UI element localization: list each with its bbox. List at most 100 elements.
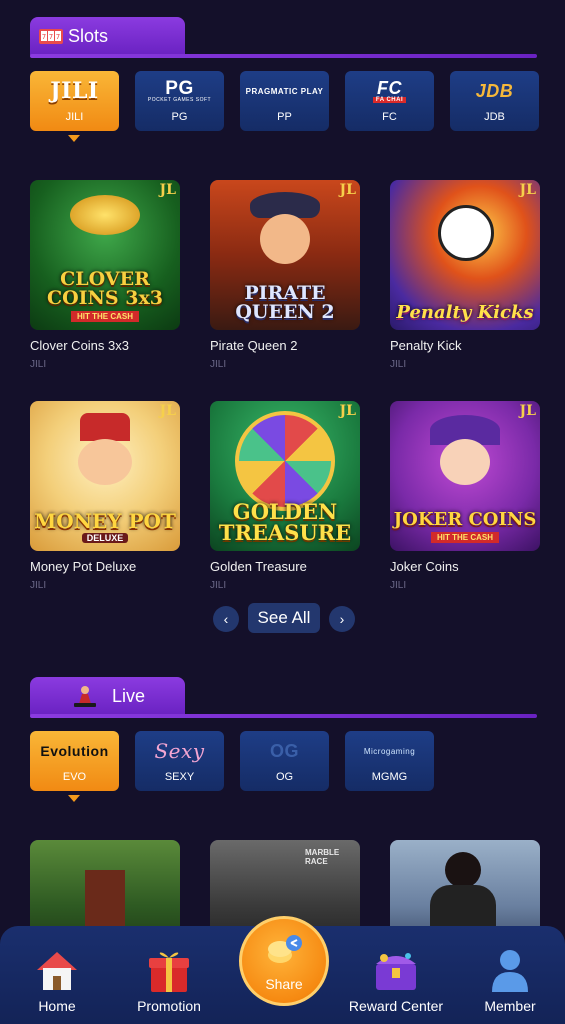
game-art-title: JOKER COINS <box>393 509 537 530</box>
sexy-logo: Sexy <box>154 739 205 763</box>
pg-logo: PG POCKET GAMES SOFT <box>147 78 212 103</box>
prize-wheel-art <box>235 411 335 511</box>
svg-text:7: 7 <box>49 33 53 41</box>
provider-label: PP <box>277 111 292 123</box>
provider-label: EVO <box>62 771 87 783</box>
game-provider: JILI <box>390 359 407 370</box>
provider-label: FC <box>382 111 397 123</box>
provider-fc[interactable]: FC FA CHAI FC <box>345 71 434 131</box>
provider-pp[interactable]: PRAGMATIC PLAY PP <box>240 71 329 131</box>
provider-og[interactable]: OG OG <box>240 731 329 791</box>
chevron-right-icon: › <box>339 611 345 627</box>
game-art-subtitle: HIT THE CASH <box>71 311 139 322</box>
live-tab[interactable]: Live <box>30 677 185 715</box>
game-card[interactable]: JL GOLDEN TREASURE Golden Treasure JILI <box>210 401 360 591</box>
gold-coins-art <box>70 195 140 235</box>
game-name: Penalty Kick <box>390 338 462 353</box>
next-page-button[interactable]: › <box>329 606 355 632</box>
soccer-ball-icon <box>438 205 494 261</box>
pragmatic-play-logo: PRAGMATIC PLAY <box>245 86 324 96</box>
game-provider: JILI <box>30 580 47 591</box>
game-name: Golden Treasure <box>210 559 307 574</box>
provider-label: MGMG <box>371 771 408 783</box>
provider-evo[interactable]: Evolution EVO <box>30 731 119 791</box>
thumb-caption: MARBLE RACE <box>305 848 340 866</box>
live-section-header: Live <box>30 677 537 719</box>
prev-page-button[interactable]: ‹ <box>213 606 239 632</box>
game-thumbnail[interactable]: JL JOKER COINS HIT THE CASH <box>390 401 540 551</box>
provider-pg[interactable]: PG POCKET GAMES SOFT PG <box>135 71 224 131</box>
svg-text:7: 7 <box>56 33 60 41</box>
provider-jili[interactable]: JILI JILI <box>30 71 119 131</box>
game-card[interactable]: JL PIRATE QUEEN 2 Pirate Queen 2 JILI <box>210 180 360 370</box>
game-card[interactable]: JL MONEY POT DELUXE Money Pot Deluxe JIL… <box>30 401 180 591</box>
game-provider: JILI <box>390 580 407 591</box>
joker-face-art <box>440 439 490 485</box>
pagination-row: ‹ See All › <box>0 603 565 633</box>
nav-label: Promotion <box>137 998 201 1014</box>
game-name: Pirate Queen 2 <box>210 338 298 353</box>
nav-label: Reward Center <box>348 998 444 1014</box>
game-thumbnail[interactable]: JL MONEY POT DELUXE <box>30 401 180 551</box>
jdb-logo: JDB <box>475 80 514 101</box>
provider-label: JILI <box>65 111 84 123</box>
game-provider: JILI <box>210 580 227 591</box>
nav-share-button[interactable]: Share <box>239 916 329 1006</box>
nav-label: Member <box>484 998 536 1014</box>
game-art-subtitle: HIT THE CASH <box>430 532 499 543</box>
provider-label: OG <box>275 771 294 783</box>
game-name: Clover Coins 3x3 <box>30 338 129 353</box>
god-hat-art <box>80 413 130 441</box>
home-icon <box>33 946 81 994</box>
active-provider-caret <box>68 795 80 802</box>
game-thumbnail[interactable]: JL PIRATE QUEEN 2 <box>210 180 360 330</box>
slots-title: Slots <box>68 25 109 46</box>
game-card[interactable]: JL JOKER COINS HIT THE CASH Joker Coins … <box>390 401 540 591</box>
game-art-title: GOLDEN TREASURE <box>218 499 352 545</box>
treasure-chest-icon <box>370 946 422 994</box>
microgaming-logo: Microgaming <box>363 746 416 756</box>
god-face-art <box>78 439 132 485</box>
game-thumbnail[interactable]: JL GOLDEN TREASURE <box>210 401 360 551</box>
nav-member[interactable]: Member <box>455 926 565 1024</box>
slots-divider <box>30 54 537 58</box>
nav-reward-center[interactable]: Reward Center <box>341 926 451 1024</box>
provider-label: PG <box>171 111 188 123</box>
game-art-subtitle: DELUXE <box>81 533 129 543</box>
provider-badge: JL <box>159 403 176 419</box>
svg-text:7: 7 <box>42 33 46 41</box>
game-card[interactable]: JL Penalty Kicks Penalty Kick JILI <box>390 180 540 370</box>
nav-home[interactable]: Home <box>2 926 112 1024</box>
slots-section-header: 7 7 7 Slots <box>30 17 537 59</box>
slots-provider-row: JILI JILI PG POCKET GAMES SOFT PG PRAGMA… <box>30 71 539 133</box>
game-provider: JILI <box>30 359 47 370</box>
share-icon <box>264 931 304 972</box>
chevron-left-icon: ‹ <box>223 611 229 627</box>
provider-badge: JL <box>519 182 536 198</box>
provider-badge: JL <box>339 182 356 198</box>
jili-logo: JILI <box>50 78 99 104</box>
slot-machine-icon: 7 7 7 <box>38 25 64 47</box>
see-all-button[interactable]: See All <box>248 603 320 633</box>
provider-jdb[interactable]: JDB JDB <box>450 71 539 131</box>
game-art-title: Penalty Kicks <box>396 302 534 323</box>
slots-tab[interactable]: 7 7 7 Slots <box>30 17 185 55</box>
dealer-art <box>445 852 481 888</box>
live-divider <box>30 714 537 718</box>
game-art-title: CLOVER COINS 3x3 <box>46 268 164 309</box>
live-provider-row: Evolution EVO Sexy SEXY OG OG Microgamin… <box>30 731 537 793</box>
game-provider: JILI <box>210 359 227 370</box>
pirate-face-art <box>260 214 310 264</box>
provider-mgmg[interactable]: Microgaming MGMG <box>345 731 434 791</box>
game-art-title: PIRATE QUEEN 2 <box>235 282 335 323</box>
nav-promotion[interactable]: Promotion <box>114 926 224 1024</box>
game-thumbnail[interactable]: JL CLOVER COINS 3x3 HIT THE CASH <box>30 180 180 330</box>
gift-icon <box>145 946 193 994</box>
provider-sexy[interactable]: Sexy SEXY <box>135 731 224 791</box>
game-name: Money Pot Deluxe <box>30 559 137 574</box>
og-logo: OG <box>269 740 299 761</box>
game-card[interactable]: JL CLOVER COINS 3x3 HIT THE CASH Clover … <box>30 180 180 370</box>
game-thumbnail[interactable]: JL Penalty Kicks <box>390 180 540 330</box>
live-dealer-icon <box>72 685 98 707</box>
nav-label: Share <box>265 975 303 992</box>
